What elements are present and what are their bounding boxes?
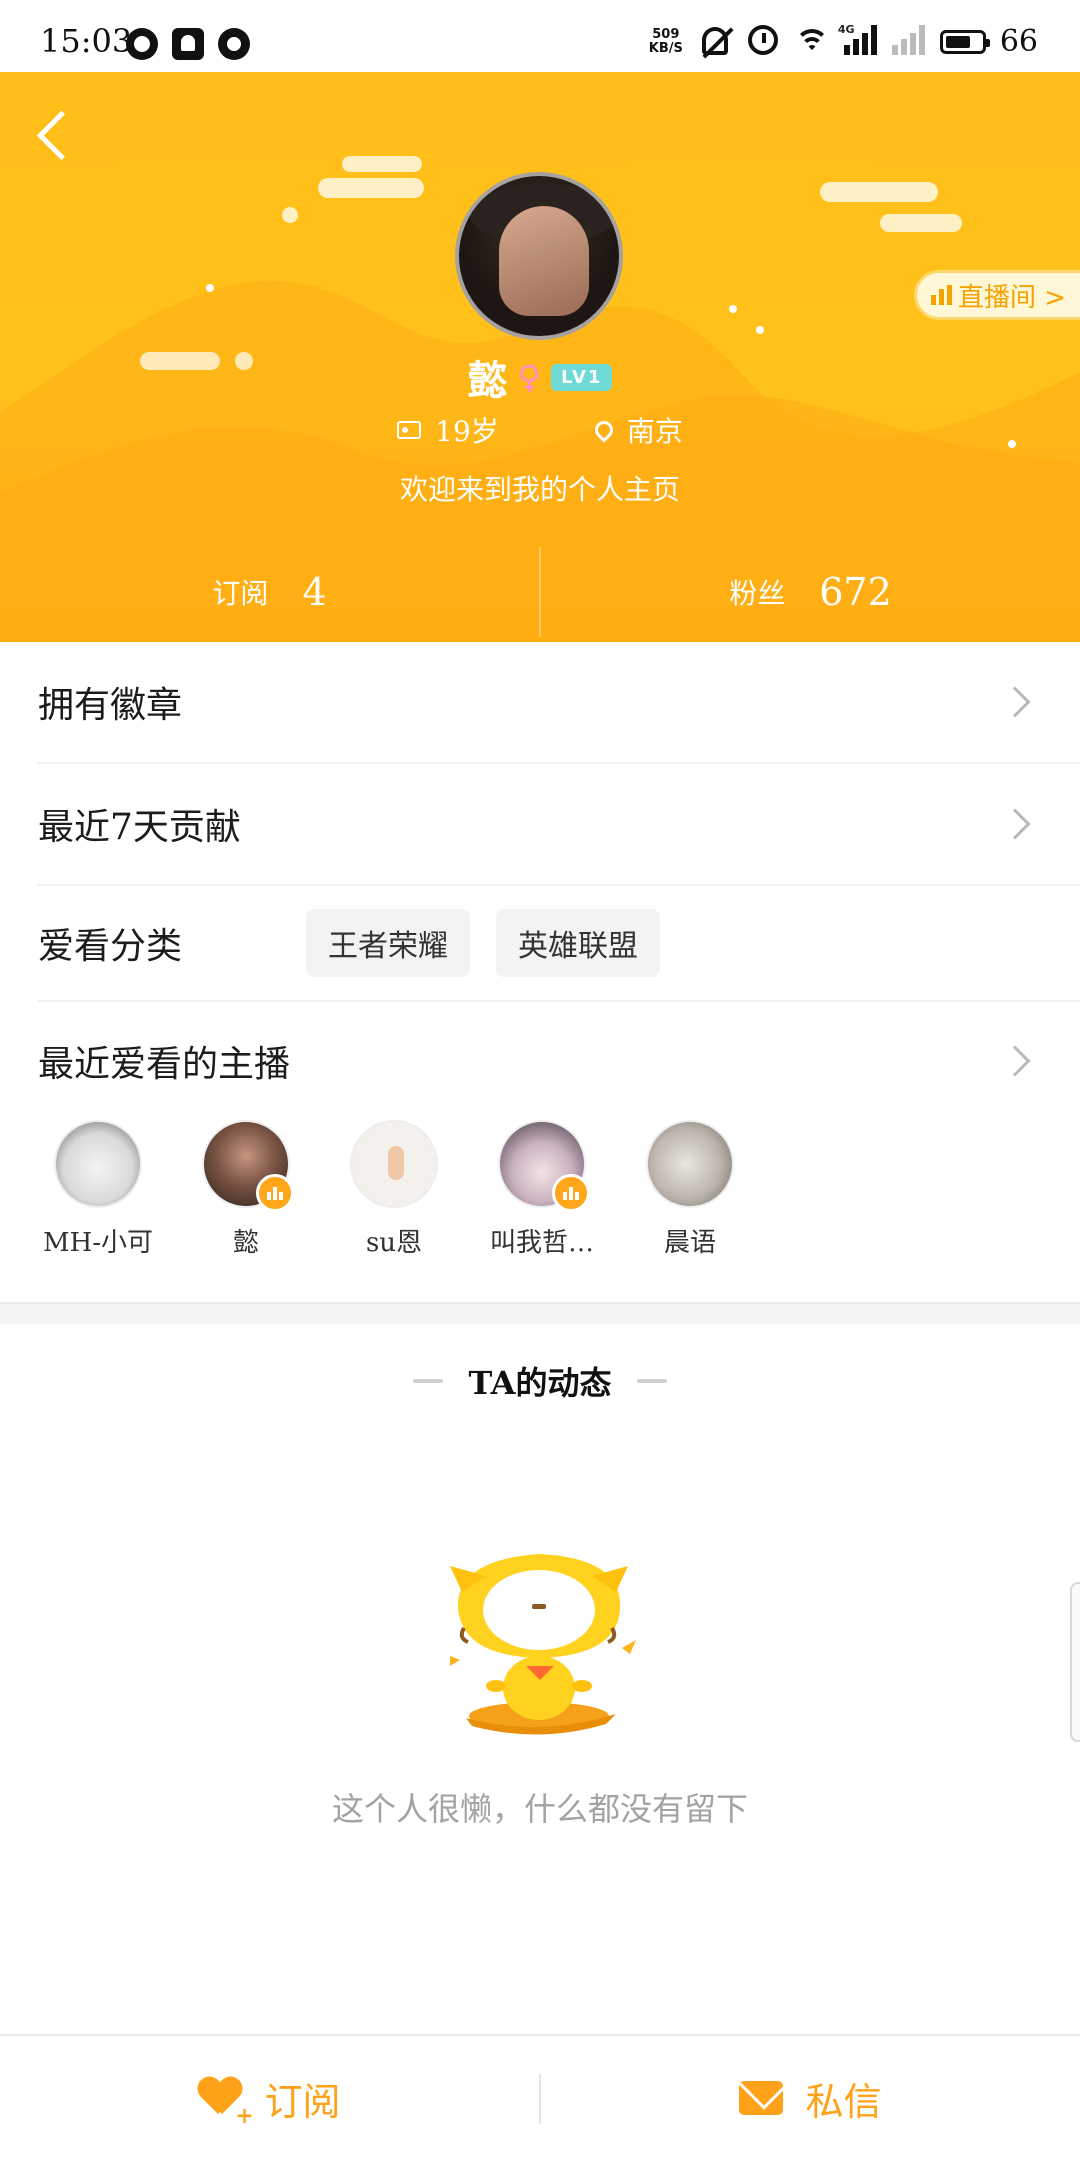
empty-mascot-icon (450, 1554, 636, 1735)
stats-bar: 订阅 4 粉丝 672 (0, 542, 1080, 642)
empty-feed-text: 这个人很懒，什么都没有留下 (331, 1790, 748, 1828)
bio: 欢迎来到我的个人主页 (399, 473, 680, 506)
favorite-categories-label: 爱看分类 (38, 926, 183, 967)
chevron-right-icon (999, 808, 1031, 840)
streamer-item[interactable]: MH-小可 (24, 1120, 172, 1300)
streamer-avatar (498, 1120, 590, 1212)
badges-row[interactable]: 拥有徽章 (38, 642, 1080, 764)
favorite-categories-row: 爱看分类 王者荣耀 英雄联盟 (38, 886, 1080, 1002)
live-icon (931, 285, 952, 305)
battery-icon (939, 29, 990, 54)
title-dash (412, 1379, 443, 1383)
streamer-item[interactable]: su恩 (320, 1120, 468, 1300)
signal-empty-icon (891, 24, 926, 59)
snapchat-icon (172, 28, 204, 60)
recent-contribution-label: 最近7天贡献 (38, 807, 241, 848)
streamer-item[interactable]: 叫我哲… (468, 1120, 616, 1300)
profile-avatar[interactable] (455, 172, 623, 340)
net-speed: 509 KB/S (644, 26, 688, 56)
heart-plus-icon: + (198, 2078, 255, 2127)
username: 懿 (467, 357, 508, 404)
title-dash (637, 1379, 668, 1383)
subscribe-button[interactable]: + 订阅 (0, 2036, 539, 2160)
message-button[interactable]: 私信 (541, 2036, 1080, 2160)
chevron-right-icon (999, 686, 1031, 718)
name-row: 懿 ♀ LV1 (0, 348, 1080, 406)
net-speed-value: 509 (652, 26, 680, 42)
mail-icon (739, 2081, 784, 2115)
category-tags: 王者荣耀 英雄联盟 (306, 909, 660, 977)
mute-bell-icon (701, 25, 734, 59)
notification-icons (126, 28, 250, 60)
streamer-name: MH-小可 (42, 1228, 154, 1258)
feed-title-text: TA的动态 (468, 1364, 612, 1402)
subscribe-count: 4 (302, 570, 327, 614)
subscribe-stat[interactable]: 订阅 4 (0, 542, 539, 642)
status-bar: 15:03 509 KB/S 4G 66 (0, 0, 1080, 72)
chevron-right-icon (999, 1045, 1031, 1077)
live-room-button[interactable]: 直播间 > (914, 270, 1080, 320)
badges-label: 拥有徽章 (38, 685, 183, 726)
category-tag[interactable]: 王者荣耀 (306, 909, 470, 977)
alarm-icon (747, 24, 780, 59)
app-icon (218, 28, 250, 60)
id-card-icon (397, 421, 422, 439)
favorite-streamers-row[interactable]: 最近爱看的主播 (38, 1002, 1080, 1120)
recent-contribution-row[interactable]: 最近7天贡献 (38, 764, 1080, 886)
back-button[interactable] (28, 100, 88, 170)
streamer-list: MH-小可 懿 su恩 叫我哲… 晨语 (0, 1120, 1080, 1300)
net-speed-unit: KB/S (648, 40, 683, 56)
live-badge-icon (256, 1174, 294, 1212)
system-icons: 509 KB/S 4G 66 (644, 23, 1038, 60)
streamer-name: 晨语 (663, 1228, 716, 1258)
fans-label: 粉丝 (729, 577, 786, 610)
subscribe-button-label: 订阅 (264, 2079, 341, 2124)
favorite-streamers-label: 最近爱看的主播 (38, 1044, 291, 1085)
location-info: 南京 (591, 410, 683, 450)
battery-percent: 66 (999, 24, 1038, 59)
streamer-name: su恩 (365, 1228, 423, 1258)
age-info: 19岁 (397, 410, 499, 450)
streamer-avatar (646, 1120, 734, 1208)
location: 南京 (626, 415, 683, 448)
network-type: 4G (837, 22, 855, 36)
streamer-avatar (350, 1120, 438, 1208)
signal-icon: 4G (838, 23, 878, 59)
info-row: 19岁 南京 (0, 410, 1080, 450)
fans-stat[interactable]: 粉丝 672 (541, 542, 1080, 642)
level-badge: LV1 (550, 363, 613, 391)
location-pin-icon (591, 417, 617, 443)
feed-title: TA的动态 (0, 1358, 1080, 1404)
side-scroll-handle[interactable] (1070, 1582, 1080, 1742)
clock: 15:03 (40, 22, 133, 60)
age: 19岁 (435, 415, 499, 448)
category-tag[interactable]: 英雄联盟 (496, 909, 660, 977)
streamer-name: 懿 (232, 1228, 259, 1258)
profile-header: 直播间 > 懿 ♀ LV1 19岁 南京 欢迎来到我的个人主页 订阅 4 粉丝 … (0, 72, 1080, 642)
live-badge-icon (552, 1174, 590, 1212)
streamer-avatar (202, 1120, 294, 1212)
female-icon: ♀ (517, 358, 541, 396)
streamer-name: 叫我哲… (489, 1228, 594, 1258)
section-divider (0, 1302, 1080, 1324)
bottom-action-bar: + 订阅 私信 (0, 2034, 1080, 2160)
streamer-item[interactable]: 懿 (172, 1120, 320, 1300)
streamer-item[interactable]: 晨语 (616, 1120, 764, 1300)
qq-icon (126, 28, 158, 60)
live-room-label: 直播间 > (958, 282, 1067, 313)
subscribe-label: 订阅 (212, 577, 269, 610)
streamer-avatar (54, 1120, 142, 1208)
profile-menu: 拥有徽章 最近7天贡献 爱看分类 王者荣耀 英雄联盟 最近爱看的主播 (0, 642, 1080, 1120)
fans-count: 672 (819, 570, 892, 614)
message-button-label: 私信 (805, 2079, 882, 2124)
wifi-icon (794, 27, 830, 57)
